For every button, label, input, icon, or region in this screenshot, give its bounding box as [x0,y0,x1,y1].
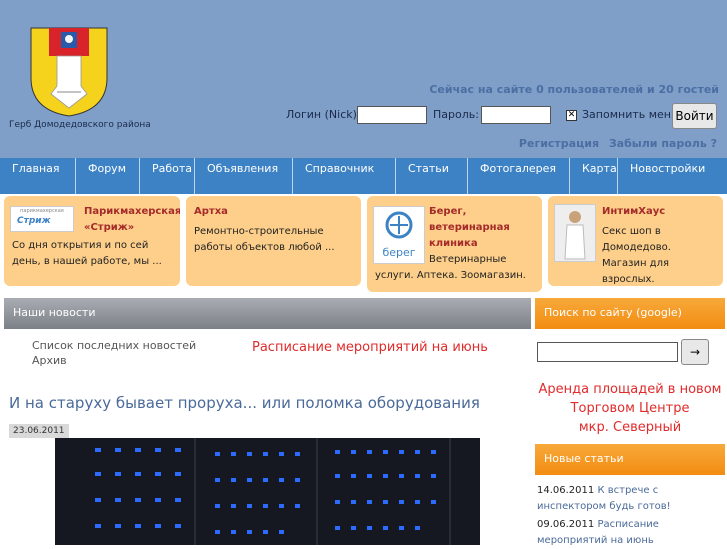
latest-news-link[interactable]: Список последних новостей [32,339,196,352]
nav-item-home[interactable]: Главная [0,158,76,194]
header: Герб Домодедовского района Сейчас на сай… [0,0,727,158]
remember-label: Запомнить меня [582,108,678,121]
coat-of-arms-logo[interactable] [29,26,109,118]
promo-text: Ветеринарные услуги. Аптека. Зоомагазин. [375,254,526,281]
promo-card[interactable]: берег Берег, ветеринарная клиника Ветери… [367,196,542,292]
promo-title: Берег, ветеринарная клиника [429,206,510,249]
nav-item-ads[interactable]: Объявления [195,158,293,194]
rent-line: Торговом Центре [570,401,690,416]
promo-card[interactable]: ИнтимХаус Секс шоп в Домодедово. Магазин… [548,196,723,286]
nav-item-forum[interactable]: Форум [76,158,140,194]
main-nav: Главная Форум Работа Объявления Справочн… [0,158,727,194]
register-link[interactable]: Регистрация [519,137,599,150]
promo-title: Парикмахерская «Стриж» [84,206,180,233]
new-articles-header: Новые статьи [535,444,725,475]
promo-card[interactable]: парикмахерская Стриж Парикмахерская «Стр… [4,196,180,286]
intimhaus-photo [554,204,596,262]
forgot-password-link[interactable]: Забыли пароль ? [609,137,717,150]
new-article-item: 14.06.2011 К встрече с инспектором будь … [537,483,723,515]
news-header: Наши новости [4,298,531,329]
promo-row: парикмахерская Стриж Парикмахерская «Стр… [0,194,727,298]
promo-card[interactable]: Артха Ремонтно-строительные работы объек… [186,196,361,286]
nav-item-articles[interactable]: Статьи [396,158,468,194]
nav-item-map[interactable]: Карта [570,158,618,194]
strizh-logo: парикмахерская Стриж [10,206,74,232]
coat-caption: Герб Домодедовского района [9,120,151,130]
password-input[interactable] [481,106,551,124]
promo-text: Секс шоп в Домодедово. Магазин для взрос… [602,226,671,285]
online-users-text: Сейчас на сайте 0 пользователей и 20 гос… [429,83,719,96]
new-article-date: 09.06.2011 [537,519,595,530]
nav-item-directory[interactable]: Справочник [293,158,396,194]
nav-item-new-buildings[interactable]: Новостройки [618,158,727,194]
search-header: Поиск по сайту (google) [535,298,725,329]
rent-line: Аренда площадей в новом [538,382,722,397]
promo-text: Ремонтно-строительные работы объектов лю… [194,226,335,253]
new-article-item: 09.06.2011 Расписание мероприятий на июн… [537,517,723,549]
search-button[interactable]: → [681,339,709,365]
login-button[interactable]: Войти [672,103,717,129]
search-input[interactable] [537,342,678,362]
promo-title: ИнтимХаус [602,206,666,217]
article-photo [55,438,480,545]
password-label: Пароль: [433,108,479,121]
nav-item-jobs[interactable]: Работа [140,158,195,194]
article-date: 23.06.2011 [9,424,69,438]
promo-title: Артха [194,206,228,217]
account-links: Регистрация Забыли пароль ? [513,137,717,150]
login-input[interactable] [357,106,427,124]
nav-item-gallery[interactable]: Фотогалерея [468,158,570,194]
promo-text: Со дня открытия и по сей день, в нашей р… [12,240,162,267]
article-title[interactable]: И на старуху бывает проруха... или полом… [9,394,480,412]
schedule-link[interactable]: Расписание мероприятий на июнь [252,340,488,355]
login-label: Логин (Nick): [286,108,361,121]
rent-line: мкр. Северный [578,420,682,435]
remember-checkbox[interactable]: ✕ [566,110,577,121]
rent-ad[interactable]: Аренда площадей в новом Торговом Центре … [535,380,725,437]
archive-link[interactable]: Архив [32,354,67,367]
new-article-date: 14.06.2011 [537,485,595,496]
